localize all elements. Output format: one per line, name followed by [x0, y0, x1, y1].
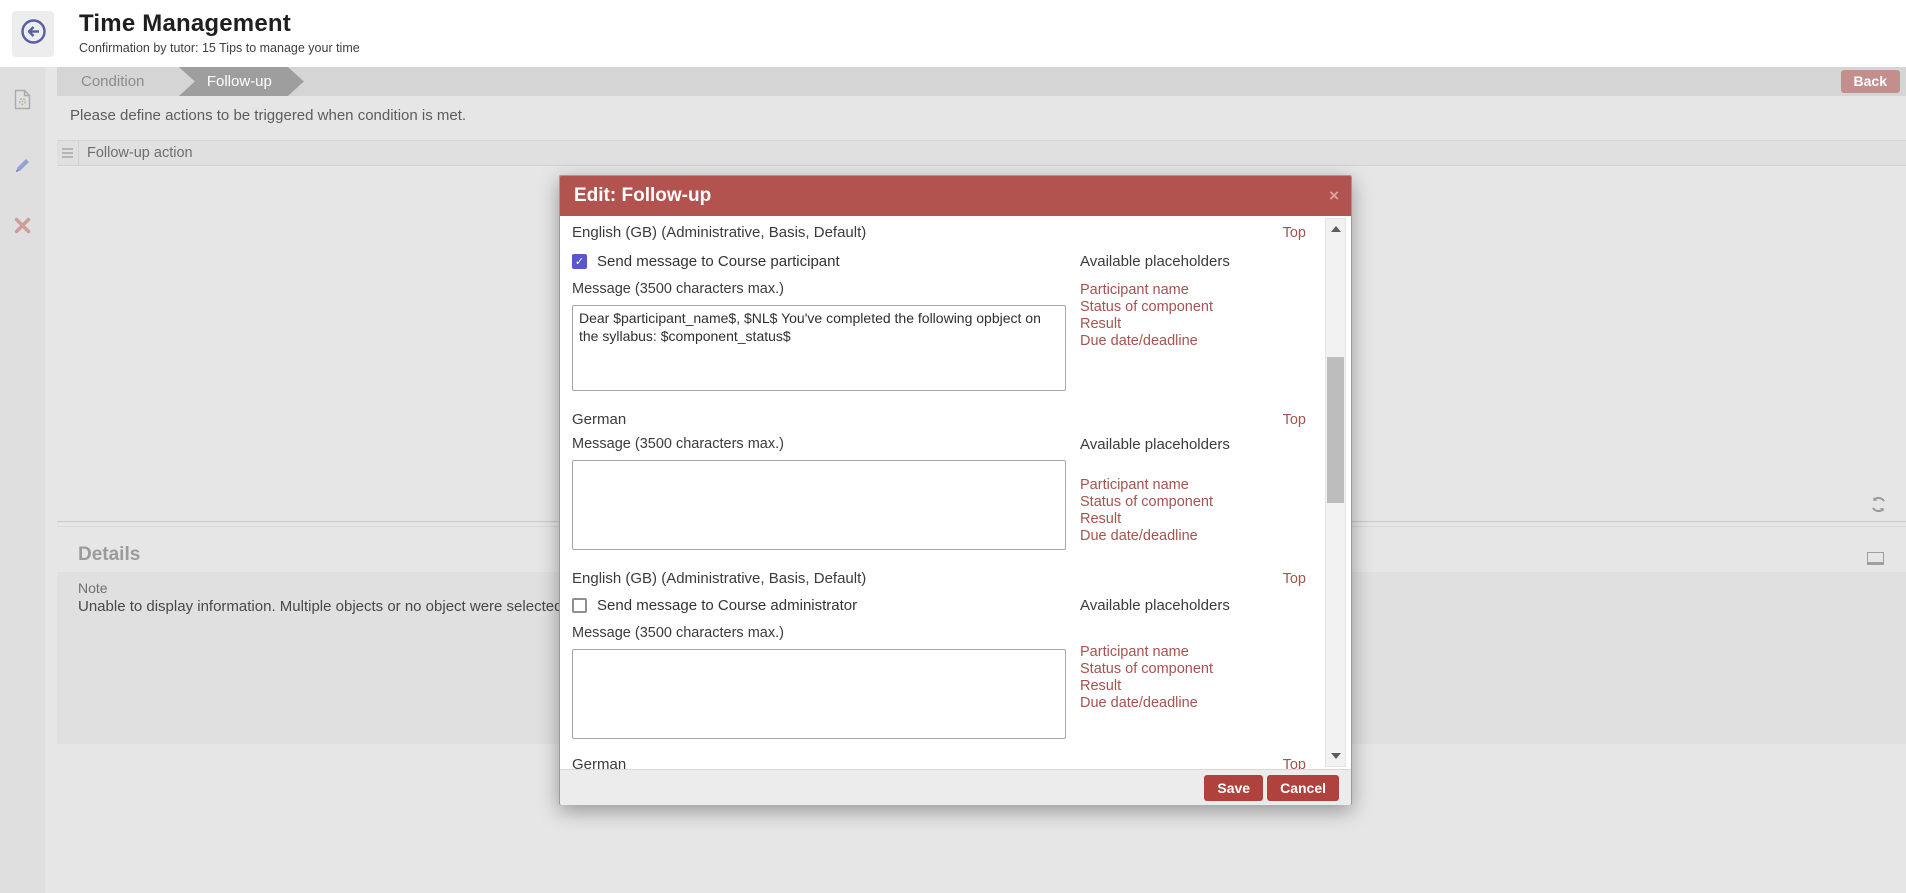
modal-footer: Save Cancel [560, 769, 1351, 805]
edit-follow-up-modal: Edit: Follow-up × English (GB) (Administ… [559, 175, 1352, 805]
page-subtitle: Confirmation by tutor: 15 Tips to manage… [79, 41, 360, 55]
placeholder-link[interactable]: Status of component [1080, 299, 1306, 316]
modal-title: Edit: Follow-up [574, 185, 711, 207]
top-link[interactable]: Top [1283, 225, 1306, 241]
checkbox-label: Send message to Course administrator [597, 597, 857, 614]
checkbox-send-participant[interactable]: ✓ [572, 254, 587, 269]
details-heading: Details [78, 544, 140, 566]
instruction-text: Please define actions to be triggered wh… [70, 107, 466, 124]
step-condition[interactable]: Condition [57, 67, 174, 96]
language-section: English (GB) (Administrative, Basis, Def… [572, 570, 1306, 739]
placeholder-link[interactable]: Participant name [1080, 477, 1306, 494]
arrow-left-circle-icon [20, 18, 47, 50]
message-label: Message (3500 characters max.) [572, 281, 1069, 297]
language-label: German [572, 411, 626, 428]
placeholders-heading: Available placeholders [1080, 436, 1306, 453]
placeholder-link[interactable]: Due date/deadline [1080, 695, 1306, 712]
placeholder-link[interactable]: Participant name [1080, 282, 1306, 299]
placeholder-link[interactable]: Result [1080, 316, 1306, 333]
placeholder-link[interactable]: Due date/deadline [1080, 333, 1306, 350]
language-label: German [572, 756, 626, 769]
table-header-row: Follow-up action [57, 140, 1906, 166]
page-title: Time Management [79, 10, 360, 38]
language-label: English (GB) (Administrative, Basis, Def… [572, 570, 866, 587]
panel-window-icon[interactable] [1867, 552, 1884, 565]
placeholder-link[interactable]: Result [1080, 511, 1306, 528]
message-label: Message (3500 characters max.) [572, 625, 1069, 641]
page-header: Time Management Confirmation by tutor: 1… [0, 0, 1906, 67]
message-textarea[interactable] [572, 649, 1066, 739]
scroll-up-icon[interactable] [1326, 219, 1345, 239]
refresh-icon[interactable] [1869, 495, 1888, 519]
top-link[interactable]: Top [1283, 412, 1306, 428]
wizard-steps-bar: Condition Follow-up Back [57, 67, 1906, 96]
placeholder-link[interactable]: Status of component [1080, 494, 1306, 511]
left-icon-rail [0, 67, 45, 893]
message-textarea[interactable]: Dear $participant_name$, $NL$ You've com… [572, 305, 1066, 391]
placeholders-heading: Available placeholders [1080, 597, 1306, 614]
checkbox-send-administrator[interactable] [572, 598, 587, 613]
close-icon[interactable]: × [1329, 176, 1339, 216]
back-button[interactable]: Back [1841, 70, 1900, 93]
language-label: English (GB) (Administrative, Basis, Def… [572, 224, 866, 241]
step-follow-up[interactable]: Follow-up [179, 67, 304, 96]
edit-pencil-icon[interactable] [12, 155, 33, 181]
placeholders-heading: Available placeholders [1080, 253, 1306, 270]
message-label: Message (3500 characters max.) [572, 436, 1069, 452]
cancel-button[interactable]: Cancel [1267, 775, 1339, 801]
delete-x-icon[interactable] [12, 215, 33, 241]
checkbox-label: Send message to Course participant [597, 253, 840, 270]
object-settings-icon[interactable] [14, 89, 31, 115]
save-button[interactable]: Save [1204, 775, 1263, 801]
message-textarea[interactable] [572, 460, 1066, 550]
top-link[interactable]: Top [1283, 571, 1306, 587]
modal-scrollbar[interactable] [1325, 218, 1346, 767]
column-header: Follow-up action [79, 145, 193, 161]
placeholder-link[interactable]: Status of component [1080, 661, 1306, 678]
language-section: German Top Message (3500 characters max.… [572, 411, 1306, 550]
language-section: German Top [572, 756, 1306, 769]
drag-handle-icon[interactable] [57, 141, 79, 165]
placeholder-link[interactable]: Due date/deadline [1080, 528, 1306, 545]
modal-scroll-area: English (GB) (Administrative, Basis, Def… [560, 216, 1351, 769]
placeholder-link[interactable]: Participant name [1080, 644, 1306, 661]
placeholder-link[interactable]: Result [1080, 678, 1306, 695]
scrollbar-thumb[interactable] [1327, 357, 1344, 503]
top-link[interactable]: Top [1283, 757, 1306, 769]
back-nav-button[interactable] [12, 11, 54, 57]
scroll-down-icon[interactable] [1326, 746, 1345, 766]
modal-header: Edit: Follow-up × [560, 176, 1351, 216]
language-section: English (GB) (Administrative, Basis, Def… [572, 224, 1306, 391]
